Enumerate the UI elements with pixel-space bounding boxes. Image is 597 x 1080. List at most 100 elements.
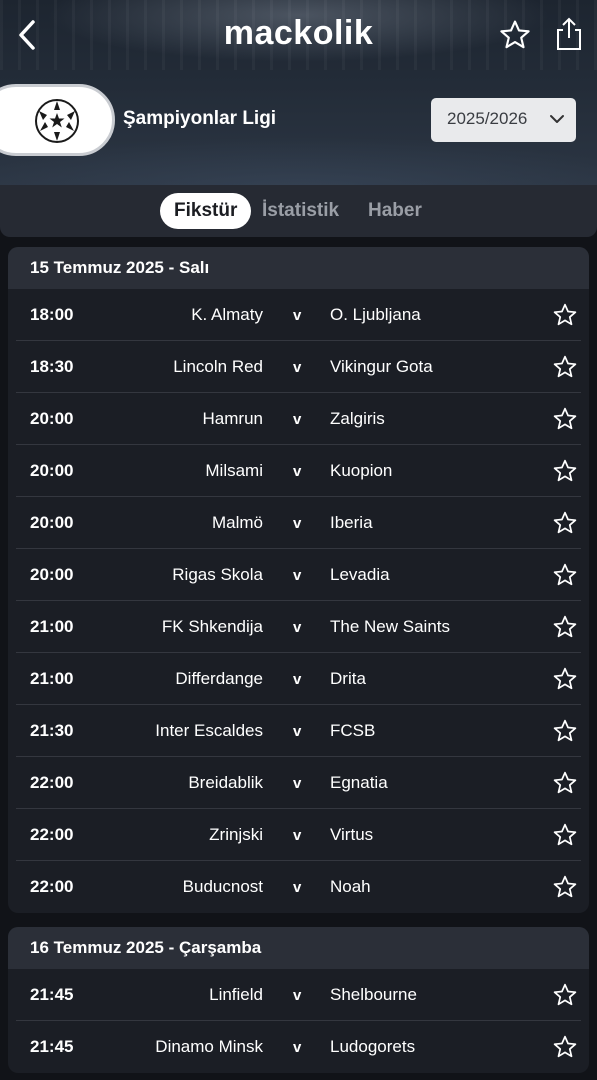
home-team: Breidablik xyxy=(188,773,263,792)
match-row[interactable]: 20:00 Hamrun v Zalgiris xyxy=(16,393,581,445)
match-time: 21:00 xyxy=(30,617,74,636)
favorite-match-star-icon[interactable] xyxy=(552,718,578,744)
home-team: Buducnost xyxy=(182,877,263,896)
versus-label: v xyxy=(293,567,302,584)
match-row[interactable]: 22:00 Breidablik v Egnatia xyxy=(16,757,581,809)
away-team: Noah xyxy=(330,877,371,896)
away-team: Levadia xyxy=(330,565,390,584)
favorite-match-star-icon[interactable] xyxy=(552,562,578,588)
away-team: FCSB xyxy=(330,721,376,740)
match-time: 20:00 xyxy=(30,461,74,480)
day-group: 15 Temmuz 2025 - Salı 18:00 K. Almaty v O. … xyxy=(8,247,589,913)
match-time: 22:00 xyxy=(30,773,74,792)
home-team: FK Shkendija xyxy=(161,617,263,636)
match-row[interactable]: 20:00 Malmö v Iberia xyxy=(16,497,581,549)
match-time: 21:30 xyxy=(30,721,74,740)
favorite-match-star-icon[interactable] xyxy=(552,822,578,848)
match-time: 21:45 xyxy=(30,985,74,1004)
versus-label: v xyxy=(293,515,302,532)
match-time: 18:00 xyxy=(30,305,74,324)
home-team: Milsami xyxy=(205,461,263,480)
tab-fixture[interactable]: Fikstür xyxy=(160,193,252,229)
season-value: 2025/2026 xyxy=(447,109,528,128)
match-time: 22:00 xyxy=(30,825,74,844)
tab-statistics[interactable]: İstatistik xyxy=(262,193,339,229)
favorite-match-star-icon[interactable] xyxy=(552,458,578,484)
match-row[interactable]: 21:30 Inter Escaldes v FCSB xyxy=(16,705,581,757)
day-group: 16 Temmuz 2025 - Çarşamba 21:45 Linfield v… xyxy=(8,927,589,1073)
versus-label: v xyxy=(293,463,302,480)
favorite-match-star-icon[interactable] xyxy=(552,614,578,640)
versus-label: v xyxy=(293,411,302,428)
versus-label: v xyxy=(293,619,302,636)
league-logo-badge xyxy=(0,84,115,156)
away-team: Virtus xyxy=(330,825,374,844)
tab-news[interactable]: Haber xyxy=(368,193,422,229)
match-row[interactable]: 22:00 Buducnost v Noah xyxy=(16,861,581,913)
away-team: Iberia xyxy=(330,513,373,532)
away-team: Vikingur Gota xyxy=(330,357,433,376)
home-team: Zrinjski xyxy=(209,825,263,844)
versus-label: v xyxy=(293,723,302,740)
league-header: mackolik Şampiyonlar Ligi 2025/2026 xyxy=(0,0,597,190)
match-row[interactable]: 18:00 K. Almaty v O. Ljubljana xyxy=(16,289,581,341)
day-date-header: 16 Temmuz 2025 - Çarşamba xyxy=(8,927,589,969)
match-row[interactable]: 18:30 Lincoln Red v Vikingur Gota xyxy=(16,341,581,393)
match-row[interactable]: 21:00 Differdange v Drita xyxy=(16,653,581,705)
away-team: Kuopion xyxy=(330,461,393,480)
versus-label: v xyxy=(293,987,302,1004)
versus-label: v xyxy=(293,775,302,792)
home-team: Linfield xyxy=(209,985,263,1004)
away-team: Egnatia xyxy=(330,773,388,792)
match-time: 21:00 xyxy=(30,669,74,688)
favorite-match-star-icon[interactable] xyxy=(552,510,578,536)
chevron-down-icon xyxy=(550,115,564,123)
match-row[interactable]: 21:45 Dinamo Minsk v Ludogorets xyxy=(16,1021,581,1073)
versus-label: v xyxy=(293,1039,302,1056)
share-button[interactable] xyxy=(554,16,584,52)
star-outline-icon xyxy=(500,20,530,49)
favorite-match-star-icon[interactable] xyxy=(552,406,578,432)
match-row[interactable]: 21:45 Linfield v Shelbourne xyxy=(16,969,581,1021)
match-time: 21:45 xyxy=(30,1037,74,1056)
match-row[interactable]: 20:00 Milsami v Kuopion xyxy=(16,445,581,497)
favorite-match-star-icon[interactable] xyxy=(552,770,578,796)
favorite-league-button[interactable] xyxy=(498,18,532,52)
home-team: Inter Escaldes xyxy=(155,721,263,740)
share-icon xyxy=(557,17,581,50)
away-team: The New Saints xyxy=(330,617,450,636)
home-team: Lincoln Red xyxy=(173,357,263,376)
favorite-match-star-icon[interactable] xyxy=(552,302,578,328)
away-team: Drita xyxy=(330,669,366,688)
away-team: Shelbourne xyxy=(330,985,417,1004)
match-row[interactable]: 20:00 Rigas Skola v Levadia xyxy=(16,549,581,601)
versus-label: v xyxy=(293,879,302,896)
home-team: K. Almaty xyxy=(191,305,263,324)
league-name: Şampiyonlar Ligi xyxy=(123,108,277,129)
favorite-match-star-icon[interactable] xyxy=(552,1034,578,1060)
away-team: O. Ljubljana xyxy=(330,305,421,324)
home-team: Malmö xyxy=(211,513,263,532)
match-row[interactable]: 21:00 FK Shkendija v The New Saints xyxy=(16,601,581,653)
home-team: Hamrun xyxy=(202,409,263,428)
favorite-match-star-icon[interactable] xyxy=(552,666,578,692)
tab-bar: Fikstür İstatistik Haber xyxy=(0,185,597,237)
match-time: 18:30 xyxy=(30,357,74,376)
match-time: 20:00 xyxy=(30,513,74,532)
match-time: 20:00 xyxy=(30,409,74,428)
match-time: 22:00 xyxy=(30,877,74,896)
away-team: Ludogorets xyxy=(330,1037,416,1056)
home-team: Differdange xyxy=(175,669,263,688)
match-time: 20:00 xyxy=(30,565,74,584)
versus-label: v xyxy=(293,307,302,324)
home-team: Dinamo Minsk xyxy=(155,1037,263,1056)
favorite-match-star-icon[interactable] xyxy=(552,982,578,1008)
favorite-match-star-icon[interactable] xyxy=(552,874,578,900)
favorite-match-star-icon[interactable] xyxy=(552,354,578,380)
season-dropdown[interactable]: 2025/2026 xyxy=(431,98,576,142)
home-team: Rigas Skola xyxy=(172,565,263,584)
versus-label: v xyxy=(293,671,302,688)
day-date-header: 15 Temmuz 2025 - Salı xyxy=(8,247,589,289)
match-row[interactable]: 22:00 Zrinjski v Virtus xyxy=(16,809,581,861)
champions-league-starball-icon xyxy=(35,99,79,143)
